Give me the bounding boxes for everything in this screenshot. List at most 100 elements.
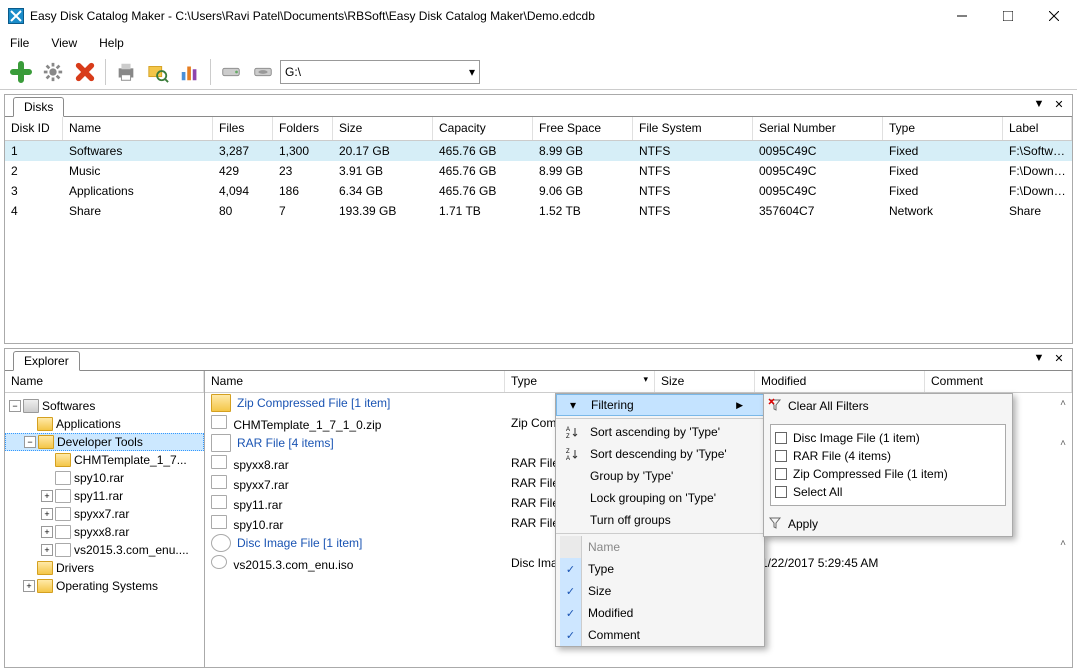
col-type[interactable]: Type: [883, 117, 1003, 140]
disk-row[interactable]: 3Applications4,0941866.34 GB465.76 GB9.0…: [5, 181, 1072, 201]
file-icon: [211, 475, 227, 489]
collapse-icon[interactable]: −: [9, 400, 21, 412]
col-label[interactable]: Label: [1003, 117, 1072, 140]
ctx-turn-off-groups[interactable]: Turn off groups: [556, 509, 764, 531]
filter-clear-all[interactable]: Clear All Filters: [764, 394, 1012, 418]
drive-selector[interactable]: G:\ ▾: [280, 60, 480, 84]
file-icon: [55, 507, 71, 521]
filter-opt-disc-image[interactable]: Disc Image File (1 item): [775, 429, 1001, 447]
delete-button[interactable]: [70, 57, 100, 87]
panel-dropdown-button[interactable]: ▼: [1032, 97, 1046, 111]
checkbox-icon[interactable]: [560, 624, 582, 646]
print-button[interactable]: [111, 57, 141, 87]
zip-icon: [211, 394, 231, 412]
cd-button[interactable]: [248, 57, 278, 87]
ctx-col-size[interactable]: Size: [556, 580, 764, 602]
maximize-button[interactable]: [985, 0, 1031, 32]
tree-node-file[interactable]: +vs2015.3.com_enu....: [5, 541, 204, 559]
tree-node-file[interactable]: CHMTemplate_1_7...: [5, 451, 204, 469]
checkbox-icon[interactable]: [775, 468, 787, 480]
disk-cell-free: 8.99 GB: [533, 162, 633, 180]
disk-button[interactable]: [216, 57, 246, 87]
checkbox-icon[interactable]: [775, 450, 787, 462]
disk-cell-serial: 0095C49C: [753, 162, 883, 180]
col-capacity[interactable]: Capacity: [433, 117, 533, 140]
collapse-caret-icon[interactable]: ˄: [1060, 538, 1066, 549]
settings-button[interactable]: [38, 57, 68, 87]
stats-button[interactable]: [175, 57, 205, 87]
disk-row[interactable]: 2Music429233.91 GB465.76 GB8.99 GBNTFS00…: [5, 161, 1072, 181]
panel-close-button[interactable]: ✕: [1052, 97, 1066, 111]
col-free[interactable]: Free Space: [533, 117, 633, 140]
filter-apply[interactable]: Apply: [764, 512, 1012, 536]
disks-tab[interactable]: Disks: [13, 97, 64, 117]
col-files[interactable]: Files: [213, 117, 273, 140]
close-button[interactable]: [1031, 0, 1077, 32]
col-size[interactable]: Size: [655, 371, 755, 392]
expand-icon[interactable]: +: [41, 490, 53, 502]
col-name[interactable]: Name: [63, 117, 213, 140]
filter-opt-zip[interactable]: Zip Compressed File (1 item): [775, 465, 1001, 483]
collapse-caret-icon[interactable]: ˄: [1060, 438, 1066, 449]
minimize-button[interactable]: [939, 0, 985, 32]
ctx-filtering[interactable]: ▾Filtering▶: [556, 394, 764, 416]
ctx-col-name[interactable]: Name: [556, 536, 764, 558]
expand-icon[interactable]: +: [41, 526, 53, 538]
disk-cell-size: 3.91 GB: [333, 162, 433, 180]
disk-cell-id: 4: [5, 202, 63, 220]
col-folders[interactable]: Folders: [273, 117, 333, 140]
col-modified[interactable]: Modified: [755, 371, 925, 392]
add-button[interactable]: [6, 57, 36, 87]
ctx-col-type[interactable]: Type: [556, 558, 764, 580]
ctx-col-modified[interactable]: Modified: [556, 602, 764, 624]
col-size[interactable]: Size: [333, 117, 433, 140]
expand-icon[interactable]: +: [41, 544, 53, 556]
col-fs[interactable]: File System: [633, 117, 753, 140]
tree-node-applications[interactable]: Applications: [5, 415, 204, 433]
tree-node-developer-tools[interactable]: −Developer Tools: [5, 433, 204, 451]
collapse-caret-icon[interactable]: ˄: [1060, 398, 1066, 409]
col-comment[interactable]: Comment: [925, 371, 1072, 392]
explorer-tab[interactable]: Explorer: [13, 351, 80, 371]
tree-header[interactable]: Name: [5, 371, 204, 392]
filter-opt-select-all[interactable]: Select All: [775, 483, 1001, 501]
collapse-icon[interactable]: −: [24, 436, 36, 448]
col-disk-id[interactable]: Disk ID: [5, 117, 63, 140]
panel-dropdown-button[interactable]: ▼: [1032, 351, 1046, 365]
checkbox-icon[interactable]: [775, 486, 787, 498]
col-type[interactable]: Type▾: [505, 371, 655, 392]
disk-cell-size: 20.17 GB: [333, 142, 433, 160]
tree-node-root[interactable]: −Softwares: [5, 397, 204, 415]
ctx-lock-grouping[interactable]: Lock grouping on 'Type': [556, 487, 764, 509]
checkbox-icon[interactable]: [560, 602, 582, 624]
panel-close-button[interactable]: ✕: [1052, 351, 1066, 365]
checkbox-icon[interactable]: [560, 580, 582, 602]
checkbox-icon[interactable]: [775, 432, 787, 444]
expand-icon[interactable]: +: [41, 508, 53, 520]
tree-node-file[interactable]: +spyxx7.rar: [5, 505, 204, 523]
menu-view[interactable]: View: [51, 36, 77, 50]
tree-node-file[interactable]: +spy11.rar: [5, 487, 204, 505]
disk-cell-name: Softwares: [63, 142, 213, 160]
search-button[interactable]: [143, 57, 173, 87]
tree-node-drivers[interactable]: Drivers: [5, 559, 204, 577]
ctx-sort-desc[interactable]: ZASort descending by 'Type': [556, 443, 764, 465]
col-name[interactable]: Name: [205, 371, 505, 392]
chevron-down-icon[interactable]: ▾: [643, 374, 648, 385]
disk-row[interactable]: 4Share807193.39 GB1.71 TB1.52 TBNTFS3576…: [5, 201, 1072, 221]
menu-help[interactable]: Help: [99, 36, 124, 50]
tree-node-file[interactable]: +spyxx8.rar: [5, 523, 204, 541]
checkbox-icon[interactable]: [560, 558, 582, 580]
col-serial[interactable]: Serial Number: [753, 117, 883, 140]
disk-row[interactable]: 1Softwares3,2871,30020.17 GB465.76 GB8.9…: [5, 141, 1072, 161]
ctx-col-comment[interactable]: Comment: [556, 624, 764, 646]
file-icon: [55, 543, 71, 557]
filter-opt-rar[interactable]: RAR File (4 items): [775, 447, 1001, 465]
tree-node-file[interactable]: spy10.rar: [5, 469, 204, 487]
menu-file[interactable]: File: [10, 36, 29, 50]
checkbox-icon[interactable]: [560, 536, 582, 558]
expand-icon[interactable]: +: [23, 580, 35, 592]
ctx-sort-asc[interactable]: AZSort ascending by 'Type': [556, 421, 764, 443]
ctx-group-by[interactable]: Group by 'Type': [556, 465, 764, 487]
tree-node-os[interactable]: +Operating Systems: [5, 577, 204, 595]
